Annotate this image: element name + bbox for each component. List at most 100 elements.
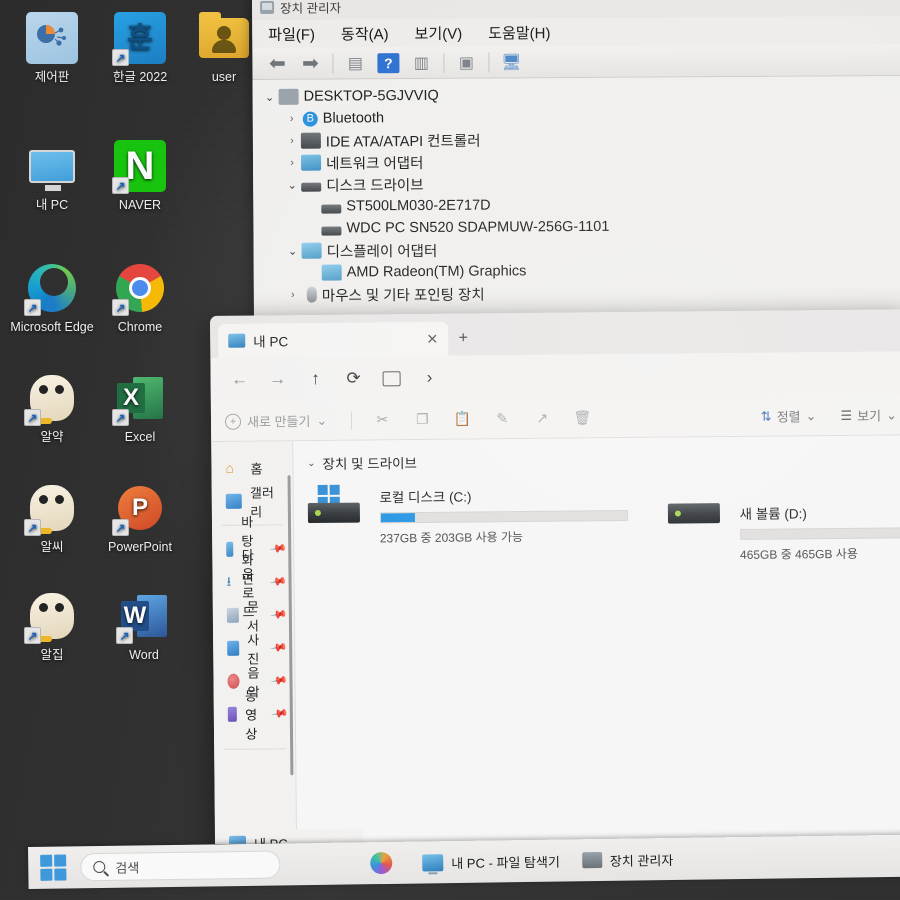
chevron-right-icon[interactable]: › (283, 113, 301, 125)
explorer-navbar[interactable]: ← → ↑ ⟳ › (210, 351, 900, 402)
chrome-icon: ↗ (112, 262, 166, 316)
menu-file[interactable]: 파일(F) (268, 23, 315, 44)
rename-icon[interactable]: ✎ (482, 410, 522, 427)
copilot-icon (370, 851, 393, 875)
pin-icon[interactable]: 📌 (270, 639, 289, 657)
chevron-down-icon[interactable]: ⌄ (261, 90, 279, 103)
desktop-icon-label: NAVER (118, 198, 162, 212)
sidebar-item-label: 홈 (250, 461, 263, 477)
sidebar-item-documents[interactable]: 문서 📌 (213, 598, 294, 633)
sidebar-item-videos[interactable]: 동영상 📌 (214, 689, 295, 742)
drive-capacity-label: 237GB 중 203GB 사용 가능 (379, 530, 524, 546)
explorer-body: ⌂ 홈 갤러리 바탕 화면 📌 ⭳ 다운로드 📌 문서 📌 사진 📌 음악 📌 … (211, 434, 900, 844)
desktop-icon-excel[interactable]: X ↗ Excel (88, 372, 192, 444)
chevron-down-icon[interactable]: ⌄ (886, 407, 897, 423)
device-manager-menubar[interactable]: 파일(F) 동작(A) 보기(V) 도움말(H) (252, 15, 900, 48)
desktop-icon-naver[interactable]: N ↗ NAVER (88, 140, 192, 212)
chevron-right-icon[interactable]: › (283, 157, 301, 169)
shortcut-arrow-icon: ↗ (112, 409, 129, 426)
desktop-icon-label: Excel (124, 430, 156, 444)
device-manager-tree[interactable]: ⌄ DESKTOP-5GJVVIQ › B Bluetooth › IDE AT… (252, 75, 900, 324)
pin-icon[interactable]: 📌 (269, 573, 288, 591)
menu-action[interactable]: 동작(A) (341, 23, 389, 44)
sidebar-item-pictures[interactable]: 사진 📌 (213, 631, 294, 666)
view-button-label: 보기 (857, 408, 882, 424)
taskbar-item-file-explorer[interactable]: 내 PC - 파일 탐색기 (422, 851, 560, 872)
pin-icon[interactable]: 📌 (269, 540, 288, 558)
my-pc-icon (26, 140, 78, 192)
refresh-button[interactable]: ⟳ (345, 369, 363, 389)
chevron-right-icon[interactable]: › (284, 289, 302, 301)
delete-icon[interactable]: 🗑 (562, 409, 602, 426)
shortcut-arrow-icon: ↗ (24, 519, 41, 536)
view-button[interactable]: ☰ 보기 ⌄ (840, 405, 897, 425)
tree-item-label: 디스플레이 어댑터 (326, 243, 438, 261)
copy-icon[interactable]: ❐ (402, 411, 442, 428)
chevron-down-icon[interactable]: ⌄ (316, 412, 327, 428)
alsee-icon: ↗ (24, 482, 78, 536)
explorer-tabbar[interactable]: 내 PC ✕ + (210, 309, 900, 358)
back-arrow-icon[interactable]: ⬅ (262, 51, 292, 75)
taskbar-item-device-manager[interactable]: 장치 관리자 (581, 849, 674, 869)
cut-icon[interactable]: ✂ (362, 411, 402, 428)
drive-capacity-label: 465GB 중 465GB 사용 (739, 546, 858, 562)
new-button[interactable]: + 새로 만들기 ⌄ (224, 411, 342, 431)
tree-item-mice-pointing[interactable]: › 마우스 및 기타 포인팅 장치 (262, 280, 900, 306)
plus-icon: + (224, 413, 242, 430)
menu-help[interactable]: 도움말(H) (488, 22, 550, 43)
start-button[interactable] (40, 854, 67, 881)
uninstall-device-icon[interactable]: ▣ (451, 50, 481, 74)
help-icon[interactable]: ? (373, 51, 403, 75)
drive-name: 로컬 디스크 (C:) (379, 489, 472, 506)
shortcut-arrow-icon: ↗ (24, 299, 41, 316)
bluetooth-icon: B (302, 111, 318, 127)
user-folder-icon (198, 12, 250, 64)
drive-item-c[interactable]: 로컬 디스크 (C:) 237GB 중 203GB 사용 가능 (307, 482, 628, 567)
pin-icon[interactable]: 📌 (270, 672, 289, 690)
chevron-right-icon[interactable]: › (283, 135, 301, 147)
chevron-down-icon[interactable]: ⌄ (283, 178, 301, 191)
taskbar-item-copilot[interactable] (370, 851, 400, 875)
explorer-toolbar[interactable]: + 새로 만들기 ⌄ ✂ ❐ 📋 ✎ ↗ 🗑 ⇅ 정렬 ⌄ ☰ 보기 ⌄ (210, 395, 900, 442)
documents-icon (226, 607, 239, 623)
drive-item-d[interactable]: 새 볼륨 (D:) 465GB 중 465GB 사용 (667, 479, 900, 564)
sidebar-item-home[interactable]: ⌂ 홈 (211, 451, 292, 485)
paste-icon[interactable]: 📋 (442, 410, 482, 427)
menu-view[interactable]: 보기(V) (415, 22, 463, 43)
forward-arrow-icon[interactable]: ➡ (295, 51, 325, 75)
update-driver-icon[interactable]: ▥ (406, 50, 436, 74)
taskbar-item-label: 장치 관리자 (609, 852, 674, 869)
sort-button[interactable]: ⇅ 정렬 ⌄ (761, 406, 817, 426)
sidebar-item-downloads[interactable]: ⭳ 다운로드 📌 (212, 547, 293, 619)
share-icon[interactable]: ↗ (522, 410, 562, 427)
hangul-2022-icon: 훈 ↗ (112, 12, 166, 66)
breadcrumb[interactable]: › (421, 368, 439, 388)
explorer-sidebar[interactable]: ⌂ 홈 갤러리 바탕 화면 📌 ⭳ 다운로드 📌 문서 📌 사진 📌 음악 📌 … (211, 441, 364, 844)
chevron-down-icon[interactable]: ⌄ (806, 408, 817, 424)
back-button[interactable]: ← (231, 370, 249, 390)
device-manager-window[interactable]: 장치 관리자 파일(F) 동작(A) 보기(V) 도움말(H) ⬅ ➡ ▤ ? … (252, 0, 900, 324)
scan-hardware-icon[interactable]: 🖥 (496, 50, 526, 74)
group-header-devices-drives[interactable]: ⌄ 장치 및 드라이브 (307, 447, 900, 474)
new-tab-button[interactable]: + (448, 321, 478, 355)
close-tab-icon[interactable]: ✕ (426, 330, 438, 347)
forward-button[interactable]: → (269, 369, 287, 389)
device-manager-toolbar[interactable]: ⬅ ➡ ▤ ? ▥ ▣ 🖥 (252, 43, 900, 80)
up-button[interactable]: ↑ (307, 369, 325, 389)
desktop-icon-chrome[interactable]: ↗ Chrome (88, 262, 192, 334)
desktop-icon-alzip[interactable]: ↗ 알집 (0, 590, 104, 662)
desktop-icon-powerpoint[interactable]: P ↗ PowerPoint (88, 482, 192, 554)
disk-drive-icon (321, 225, 342, 236)
chevron-down-icon[interactable]: ⌄ (284, 244, 302, 257)
file-explorer-window[interactable]: 내 PC ✕ + ← → ↑ ⟳ › + 새로 만들기 ⌄ ✂ ❐ 📋 ✎ ↗ … (210, 309, 900, 844)
chevron-down-icon[interactable]: ⌄ (307, 457, 315, 468)
display-adapter-icon (301, 242, 322, 259)
pin-icon[interactable]: 📌 (270, 705, 289, 723)
desktop-icon-word[interactable]: W ↗ Word (92, 590, 196, 662)
gallery-icon (225, 493, 243, 509)
search-input[interactable]: 검색 (80, 850, 281, 882)
tab-my-pc[interactable]: 내 PC ✕ (218, 321, 449, 358)
properties-icon[interactable]: ▤ (340, 51, 370, 75)
pin-icon[interactable]: 📌 (269, 606, 288, 624)
desktop-icon-label: PowerPoint (108, 540, 172, 554)
